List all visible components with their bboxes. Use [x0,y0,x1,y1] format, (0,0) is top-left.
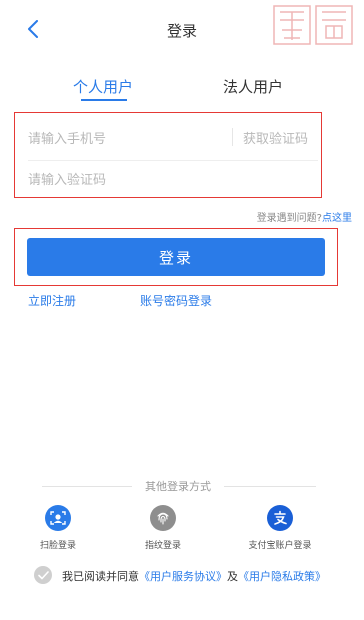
row-divider [28,160,318,161]
watermark-logo [273,5,353,45]
agreement-and: 及 [227,570,238,583]
register-link[interactable]: 立即注册 [28,292,76,309]
tab-legal-user[interactable]: 法人用户 [208,76,298,97]
fingerprint-login-option[interactable]: 指纹登录 [123,505,203,551]
login-help[interactable]: 登录遇到问题?点这里 [257,209,352,224]
phone-input[interactable]: 请输入手机号 [28,128,218,147]
fingerprint-icon [150,505,176,531]
service-agreement-link[interactable]: 《用户服务协议》 [139,570,227,583]
check-icon [37,570,49,579]
login-help-link[interactable]: 点这里 [322,213,352,224]
verification-code-input[interactable]: 请输入验证码 [28,169,228,188]
divider-right [224,486,316,487]
field-divider [232,128,233,146]
alipay-login-option[interactable]: 支付宝账户登录 [240,505,320,551]
agreement-prefix: 我已阅读并同意 [62,570,139,583]
alipay-icon [267,505,293,531]
privacy-policy-link[interactable]: 《用户隐私政策》 [238,570,326,583]
login-help-text: 登录遇到问题? [256,213,322,224]
password-login-link[interactable]: 账号密码登录 [140,292,212,309]
login-button[interactable]: 登录 [27,238,325,276]
active-tab-indicator [81,99,127,101]
divider-left [42,486,132,487]
face-scan-icon [45,505,71,531]
face-login-option[interactable]: 扫脸登录 [18,505,98,551]
agreement-checkbox[interactable] [34,566,52,584]
face-login-label: 扫脸登录 [39,541,76,551]
other-login-title: 其他登录方式 [145,480,211,493]
alipay-login-label: 支付宝账户登录 [248,541,312,551]
agreement-text: 我已阅读并同意《用户服务协议》及《用户隐私政策》 [62,568,326,584]
get-code-button[interactable]: 获取验证码 [243,128,317,147]
fingerprint-login-label: 指纹登录 [144,541,181,551]
tab-personal-user[interactable]: 个人用户 [58,76,148,97]
